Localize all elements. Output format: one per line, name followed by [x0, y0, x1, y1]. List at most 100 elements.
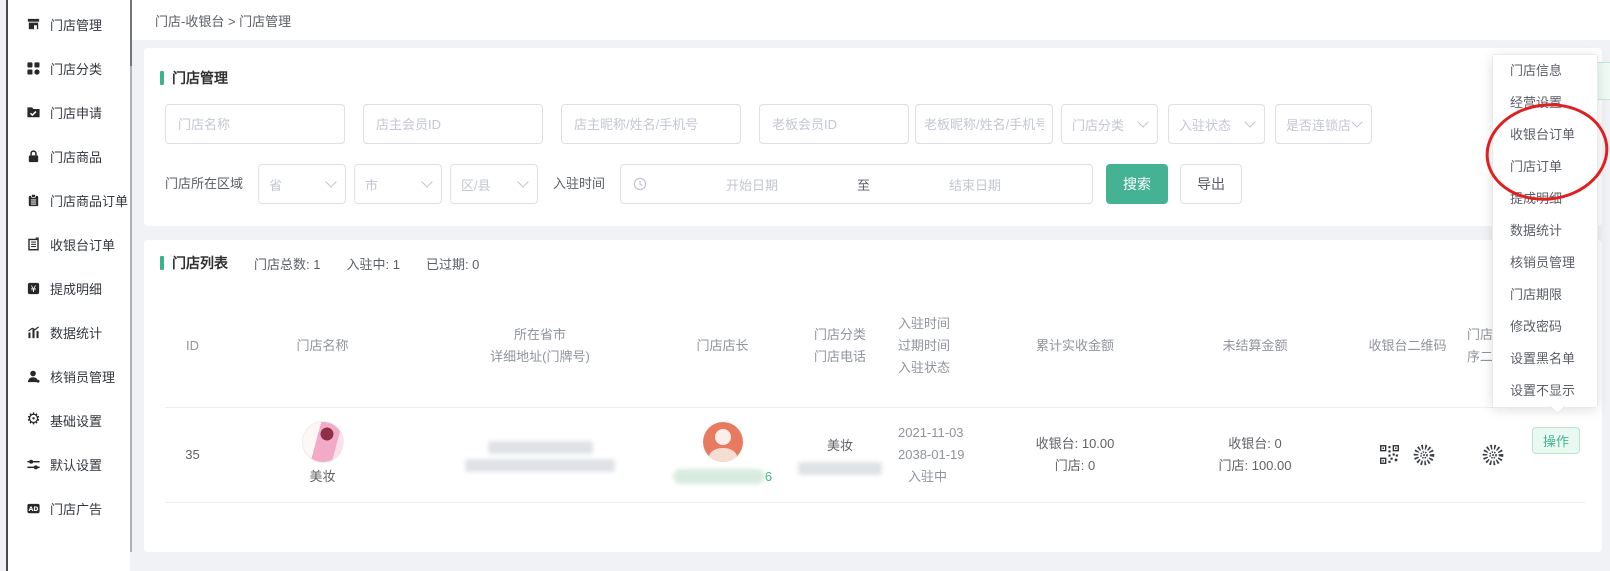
menu-item-store-info[interactable]: 门店信息 [1493, 55, 1597, 87]
menu-item-change-password[interactable]: 修改密码 [1493, 311, 1597, 343]
store-avatar [302, 421, 344, 463]
entry-status-select[interactable]: 入驻状态 [1168, 104, 1265, 144]
row-status: 入驻中 [898, 466, 947, 488]
sidebar-item-label: 提成明细 [50, 279, 102, 298]
sidebar-item-store-goods[interactable]: 门店商品 [8, 134, 130, 178]
menu-item-cashier-orders[interactable]: 收银台订单 [1493, 119, 1597, 151]
col-header-address: 所在省市 详细地址(门牌号) [425, 285, 655, 407]
row-action-button[interactable]: 操作 [1532, 427, 1580, 454]
row-manager: 6 [655, 407, 790, 502]
col-header-manager: 门店店长 [655, 285, 790, 407]
sidebar-item-store-category[interactable]: 门店分类 [8, 46, 130, 90]
sidebar-item-data-statistics[interactable]: 数据统计 [8, 310, 130, 354]
chain-store-select-value: 是否连锁店 [1286, 115, 1353, 134]
date-range-to-label: 至 [857, 175, 870, 194]
entry-time-range-picker[interactable]: 开始日期 至 结束日期 [620, 164, 1093, 204]
received-store: 门店: 0 [1055, 455, 1095, 477]
person-icon [26, 369, 41, 384]
menu-item-verifier-management[interactable]: 核销员管理 [1493, 247, 1597, 279]
sidebar-item-commission-details[interactable]: ¥ 提成明细 [8, 266, 130, 310]
sidebar-item-label: 基础设置 [50, 411, 102, 430]
sidebar-item-store-application[interactable]: 门店申请 [8, 90, 130, 134]
menu-item-set-blacklist[interactable]: 设置黑名单 [1493, 343, 1597, 375]
manager-name-redacted [673, 469, 765, 484]
svg-text:¥: ¥ [31, 284, 37, 294]
chevron-down-icon [1244, 116, 1255, 127]
store-name-input[interactable] [165, 104, 345, 144]
store-category-select-value: 门店分类 [1072, 115, 1139, 134]
address-line1-redacted [488, 441, 593, 454]
end-date-placeholder[interactable]: 结束日期 [870, 175, 1080, 194]
stat-total: 门店总数: 1 [254, 254, 320, 273]
store-category-select[interactable]: 门店分类 [1061, 104, 1158, 144]
lock-bag-icon [26, 149, 41, 164]
sidebar-item-label: 门店分类 [50, 59, 102, 78]
chevron-down-icon [1137, 116, 1148, 127]
row-cashier-qr-codes [1350, 407, 1465, 502]
list-card-title: 门店列表 门店总数: 1 入驻中: 1 已过期: 0 [160, 253, 479, 273]
col-header-cashier-qr: 收银台二维码 [1350, 285, 1465, 407]
title-accent-bar [160, 71, 164, 85]
sidebar-item-label: 核销员管理 [50, 367, 115, 386]
menu-item-set-hidden[interactable]: 设置不显示 [1493, 375, 1597, 407]
sidebar-scrollbar-track[interactable] [130, 0, 132, 552]
sliders-icon [26, 457, 41, 472]
list-card-title-text: 门店列表 [172, 253, 228, 273]
export-button[interactable]: 导出 [1180, 164, 1242, 204]
start-date-placeholder[interactable]: 开始日期 [647, 175, 857, 194]
entry-time-label: 入驻时间 [553, 164, 605, 204]
miniapp-sunburst-code-icon[interactable] [1412, 443, 1436, 467]
grid-icon [26, 61, 41, 76]
owner-member-id-input[interactable] [363, 104, 543, 144]
storefront-icon [26, 17, 41, 32]
folder-check-icon [26, 105, 41, 120]
menu-item-commission-details[interactable]: 提成明细 [1493, 183, 1597, 215]
region-label: 门店所在区域 [165, 164, 243, 204]
address-line2-redacted [465, 459, 615, 472]
boss-member-id-input[interactable] [759, 104, 909, 144]
city-select[interactable]: 市 [354, 164, 442, 204]
sidebar-item-label: 门店广告 [50, 499, 102, 518]
receipt-icon [26, 237, 41, 252]
district-select[interactable]: 区/县 [450, 164, 538, 204]
sidebar-item-default-settings[interactable]: 默认设置 [8, 442, 130, 486]
breadcrumb-bar: 门店-收银台 > 门店管理 [132, 0, 1610, 40]
sidebar-item-label: 门店管理 [50, 15, 102, 34]
sidebar-item-basic-settings[interactable]: ⚙ 基础设置 [8, 398, 130, 442]
province-select[interactable]: 省 [258, 164, 346, 204]
sidebar-item-verifier-management[interactable]: 核销员管理 [8, 354, 130, 398]
miniapp-sunburst-code-icon[interactable] [1481, 443, 1505, 467]
chevron-down-icon [517, 176, 528, 187]
title-accent-bar [160, 256, 164, 270]
sidebar-item-label: 收银台订单 [50, 235, 115, 254]
sidebar-item-store-goods-orders[interactable]: 门店商品订单 [8, 178, 130, 222]
qr-code-icon[interactable] [1379, 444, 1400, 465]
clock-icon [633, 177, 647, 191]
menu-item-store-term[interactable]: 门店期限 [1493, 279, 1597, 311]
menu-item-store-orders[interactable]: 门店订单 [1493, 151, 1597, 183]
owner-info-input[interactable] [561, 104, 741, 144]
col-header-received-amount: 累计实收金额 [990, 285, 1160, 407]
col-header-store-name: 门店名称 [220, 285, 425, 407]
sidebar-item-cashier-orders[interactable]: 收银台订单 [8, 222, 130, 266]
province-select-value: 省 [269, 175, 327, 194]
chevron-down-icon [325, 176, 336, 187]
row-join-time: 2021-11-03 [898, 422, 964, 444]
row-category-phone: 美妆 [790, 407, 890, 502]
menu-item-business-settings[interactable]: 经营设置 [1493, 87, 1597, 119]
search-button[interactable]: 搜索 [1106, 164, 1168, 204]
clipboard-icon [26, 193, 41, 208]
svg-text:AD: AD [29, 506, 39, 513]
chevron-down-icon [421, 176, 432, 187]
gear-icon: ⚙ [26, 412, 41, 428]
store-list-card: 门店列表 门店总数: 1 入驻中: 1 已过期: 0 ID 门店名称 所在省市 … [144, 240, 1602, 552]
sidebar-item-store-ads[interactable]: AD 门店广告 [8, 486, 130, 530]
sidebar-item-store-management[interactable]: 门店管理 [8, 2, 130, 46]
chain-store-select[interactable]: 是否连锁店 [1275, 104, 1372, 144]
menu-item-data-statistics[interactable]: 数据统计 [1493, 215, 1597, 247]
boss-info-input[interactable] [915, 104, 1053, 144]
bar-chart-icon [26, 325, 41, 340]
ad-badge-icon: AD [26, 501, 41, 516]
filter-card-title: 门店管理 [160, 68, 228, 88]
yen-badge-icon: ¥ [26, 281, 41, 296]
